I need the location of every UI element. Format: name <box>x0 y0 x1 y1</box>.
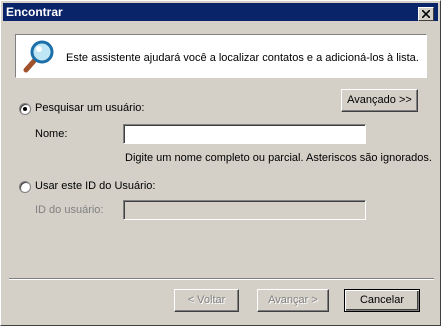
footer-separator <box>9 278 434 280</box>
radio-selected-dot <box>23 107 27 111</box>
back-button-label: < Voltar <box>187 294 226 306</box>
user-id-field[interactable] <box>123 200 366 220</box>
info-banner: Este assistente ajudará você a localizar… <box>15 34 427 78</box>
close-button[interactable] <box>418 7 434 21</box>
next-button-label: Avançar > <box>268 294 318 306</box>
search-user-label[interactable]: Pesquisar um usuário: <box>35 102 144 114</box>
search-user-radio[interactable] <box>19 103 31 115</box>
id-label: ID do usuário: <box>35 204 104 216</box>
advanced-button[interactable]: Avançado >> <box>341 89 418 112</box>
name-label: Nome: <box>35 128 68 140</box>
magnifier-icon <box>23 40 54 73</box>
find-dialog: Encontrar Este assistente ajudará você a… <box>0 0 441 326</box>
window-title: Encontrar <box>6 5 63 19</box>
user-id-label[interactable]: Usar este ID do Usuário: <box>35 180 155 192</box>
close-icon <box>422 10 430 18</box>
title-bar: Encontrar <box>3 3 438 21</box>
user-id-radio[interactable] <box>19 181 31 193</box>
banner-text: Este assistente ajudará você a localizar… <box>66 52 419 64</box>
name-hint: Digite um nome completo ou parcial. Aste… <box>125 152 432 164</box>
advanced-button-label: Avançado >> <box>347 94 412 106</box>
name-field[interactable] <box>123 124 366 144</box>
cancel-button-label: Cancelar <box>359 294 405 306</box>
next-button[interactable]: Avançar > <box>257 289 329 312</box>
cancel-button[interactable]: Cancelar <box>344 289 420 312</box>
back-button[interactable]: < Voltar <box>174 289 239 312</box>
